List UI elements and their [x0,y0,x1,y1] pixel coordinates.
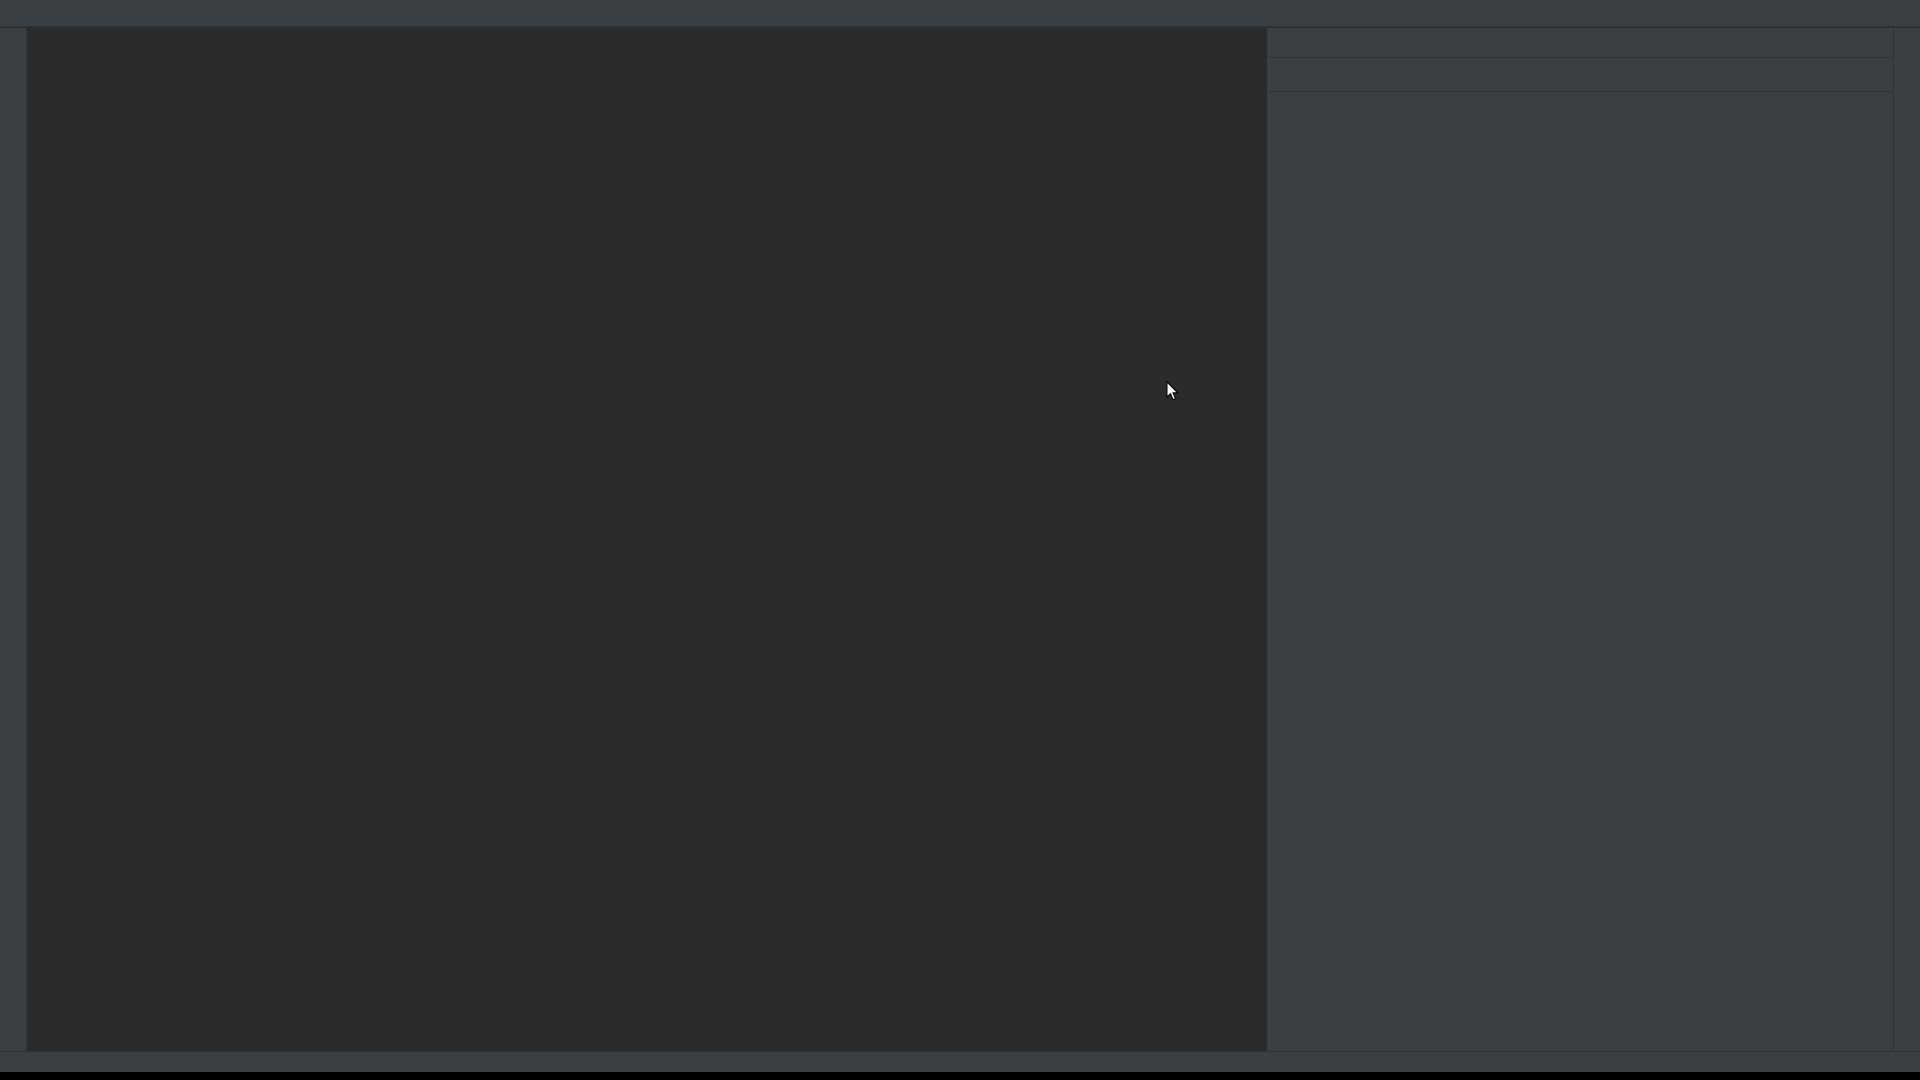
ide-window [0,0,1920,1080]
right-toolwindow-stripe [1893,28,1920,1052]
toolwindow-toolbar [1267,58,1893,92]
editor-area[interactable] [28,28,1266,1052]
status-bar [0,1051,1920,1072]
zowe-explorer-toolwindow [1267,28,1893,1052]
left-toolwindow-stripe [0,28,27,1052]
mouse-cursor [1166,381,1179,406]
bottom-black-strip [0,1072,1920,1080]
file-explorer-tree [1267,92,1893,1052]
main-toolbar [0,0,1920,27]
toolwindow-header [1267,28,1893,58]
